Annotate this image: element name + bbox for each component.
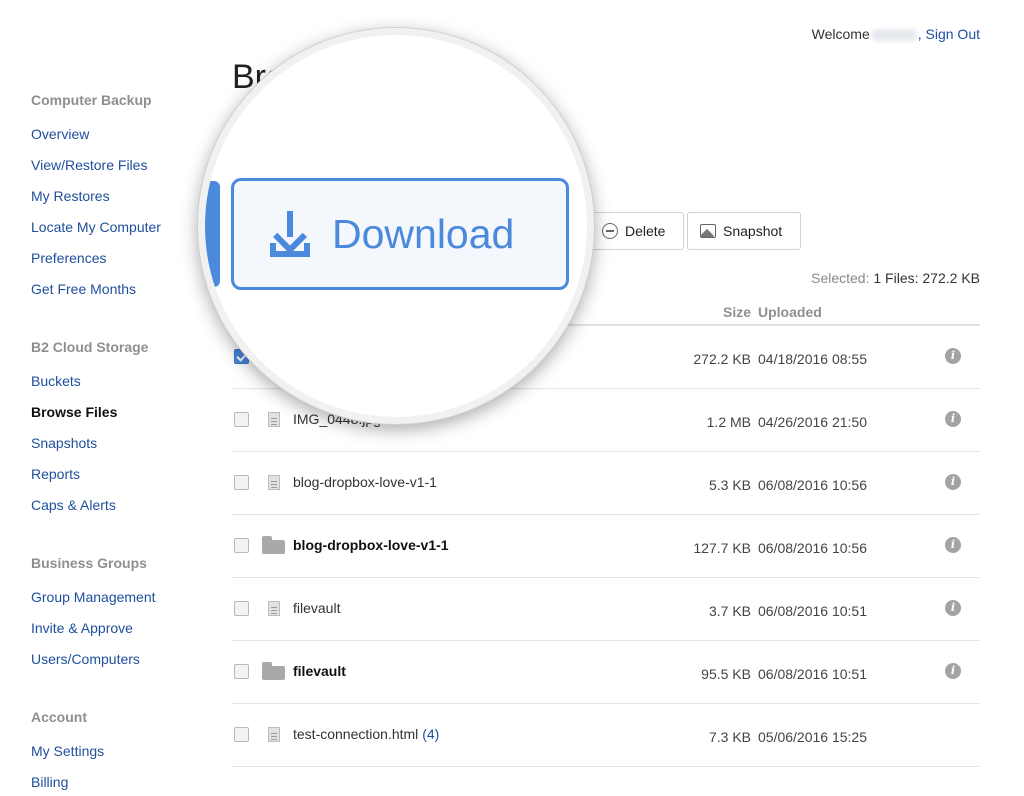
file-name[interactable]: filevault <box>293 600 340 616</box>
sidebar-item-get-free-months[interactable]: Get Free Months <box>31 280 211 311</box>
file-size: 5.3 KB <box>708 477 751 493</box>
table-row[interactable]: blog-dropbox-love-v1-1 5.3 KB 06/08/2016 1… <box>232 452 980 515</box>
welcome-bar: Welcome , Sign Out <box>812 26 980 42</box>
sidebar-item-buckets[interactable]: Buckets <box>31 372 211 403</box>
download-button-label: Download <box>332 210 515 257</box>
sidebar-item-invite-approve[interactable]: Invite & Approve <box>31 619 211 650</box>
magnified-adjacent-button-edge <box>205 181 220 287</box>
sidebar-item-preferences[interactable]: Preferences <box>31 249 211 280</box>
table-row[interactable]: filevault 95.5 KB 06/08/2016 10:51 i <box>232 641 980 704</box>
sidebar-section-heading: Computer Backup <box>31 92 152 108</box>
sidebar-item-my-settings[interactable]: My Settings <box>31 742 211 773</box>
user-name-redacted <box>870 29 917 42</box>
sidebar-section-heading: B2 Cloud Storage <box>31 339 149 355</box>
sidebar: Computer Backup Overview View/Restore File… <box>31 91 211 796</box>
snapshot-button-label: Snapshot <box>723 223 783 239</box>
file-uploaded-date: 05/06/2016 15:25 <box>758 729 867 745</box>
sidebar-item-view-restore-files[interactable]: View/Restore Files <box>31 156 211 187</box>
file-name[interactable]: filevault <box>293 663 346 679</box>
table-row[interactable]: blog-dropbox-love-v1-1 127.7 KB 06/08/2016… <box>232 515 980 578</box>
file-size: 95.5 KB <box>701 666 751 682</box>
file-uploaded-date: 04/26/2016 21:50 <box>758 414 867 430</box>
sidebar-item-my-restores[interactable]: My Restores <box>31 187 211 218</box>
table-row[interactable]: test-connection.html (4) 7.3 KB 05/06/2016… <box>232 704 980 767</box>
folder-icon <box>262 662 285 680</box>
file-uploaded-date: 06/08/2016 10:56 <box>758 540 867 556</box>
file-size: 1.2 MB <box>706 414 751 430</box>
version-count-link[interactable]: (4) <box>422 726 439 742</box>
info-icon[interactable]: i <box>945 600 961 616</box>
file-size: 7.3 KB <box>708 729 751 745</box>
magnifier-callout: Download <box>198 28 594 424</box>
file-name-text: blog-dropbox-love-v1-1 <box>293 474 437 490</box>
sidebar-section-heading: Business Groups <box>31 555 147 571</box>
file-uploaded-date: 06/08/2016 10:51 <box>758 603 867 619</box>
column-header-uploaded[interactable]: Uploaded <box>758 304 822 320</box>
info-icon[interactable]: i <box>945 474 961 490</box>
sidebar-item-billing[interactable]: Billing <box>31 773 211 796</box>
row-checkbox[interactable] <box>234 538 249 553</box>
selection-summary: Selected: 1 Files: 272.2 KB <box>811 270 980 286</box>
snapshot-button[interactable]: Snapshot <box>687 212 801 250</box>
file-icon <box>268 601 280 616</box>
download-button[interactable]: Download <box>231 178 569 290</box>
delete-button-label: Delete <box>625 223 666 239</box>
file-name[interactable]: blog-dropbox-love-v1-1 <box>293 474 437 490</box>
selection-value: 1 Files: 272.2 KB <box>873 270 980 286</box>
selection-label: Selected: <box>811 270 870 286</box>
file-icon <box>268 727 280 742</box>
sidebar-item-locate-my-computer[interactable]: Locate My Computer <box>31 218 211 249</box>
magnifier-content: Download <box>205 35 587 417</box>
file-name-text: test-connection.html <box>293 726 419 742</box>
file-name-text: filevault <box>293 663 346 679</box>
folder-icon <box>262 536 285 554</box>
minus-circle-icon <box>602 223 618 239</box>
sidebar-item-snapshots[interactable]: Snapshots <box>31 434 211 465</box>
file-size: 127.7 KB <box>693 540 751 556</box>
info-icon[interactable]: i <box>945 537 961 553</box>
file-name[interactable]: blog-dropbox-love-v1-1 <box>293 537 449 553</box>
file-uploaded-date: 06/08/2016 10:56 <box>758 477 867 493</box>
sign-out-link[interactable]: , Sign Out <box>918 26 980 42</box>
file-size: 3.7 KB <box>708 603 751 619</box>
sidebar-item-users-computers[interactable]: Users/Computers <box>31 650 211 681</box>
download-icon <box>270 211 310 257</box>
sidebar-section-heading: Account <box>31 709 87 725</box>
row-checkbox[interactable] <box>234 601 249 616</box>
sidebar-item-reports[interactable]: Reports <box>31 465 211 496</box>
sidebar-item-caps-alerts[interactable]: Caps & Alerts <box>31 496 211 527</box>
info-icon[interactable]: i <box>945 348 961 364</box>
file-uploaded-date: 04/18/2016 08:55 <box>758 351 867 367</box>
row-checkbox[interactable] <box>234 727 249 742</box>
welcome-label: Welcome <box>811 26 870 42</box>
file-name-text: filevault <box>293 600 341 616</box>
row-checkbox[interactable] <box>234 475 249 490</box>
magnified-row-checkbox <box>230 351 247 368</box>
image-icon <box>700 224 716 238</box>
sidebar-section: B2 Cloud Storage Buckets Browse Files Snaps… <box>31 338 211 527</box>
file-size: 272.2 KB <box>693 351 751 367</box>
sidebar-item-browse-files[interactable]: Browse Files <box>31 403 211 434</box>
file-uploaded-date: 06/08/2016 10:51 <box>758 666 867 682</box>
info-icon[interactable]: i <box>945 411 961 427</box>
app-root: Welcome , Sign Out Computer Backup Overvie… <box>0 0 1024 796</box>
file-name-text: blog-dropbox-love-v1-1 <box>293 537 449 553</box>
sidebar-section: Account My Settings Billing <box>31 708 211 796</box>
file-icon <box>268 475 280 490</box>
sidebar-item-overview[interactable]: Overview <box>31 125 211 156</box>
delete-button[interactable]: Delete <box>589 212 684 250</box>
info-icon[interactable]: i <box>945 663 961 679</box>
table-row[interactable]: filevault 3.7 KB 06/08/2016 10:51 i <box>232 578 980 641</box>
column-header-size[interactable]: Size <box>723 304 751 320</box>
row-checkbox[interactable] <box>234 664 249 679</box>
sidebar-section: Computer Backup Overview View/Restore File… <box>31 91 211 311</box>
file-name[interactable]: test-connection.html (4) <box>293 726 439 742</box>
sidebar-section: Business Groups Group Management Invite & … <box>31 554 211 681</box>
sidebar-item-group-management[interactable]: Group Management <box>31 588 211 619</box>
